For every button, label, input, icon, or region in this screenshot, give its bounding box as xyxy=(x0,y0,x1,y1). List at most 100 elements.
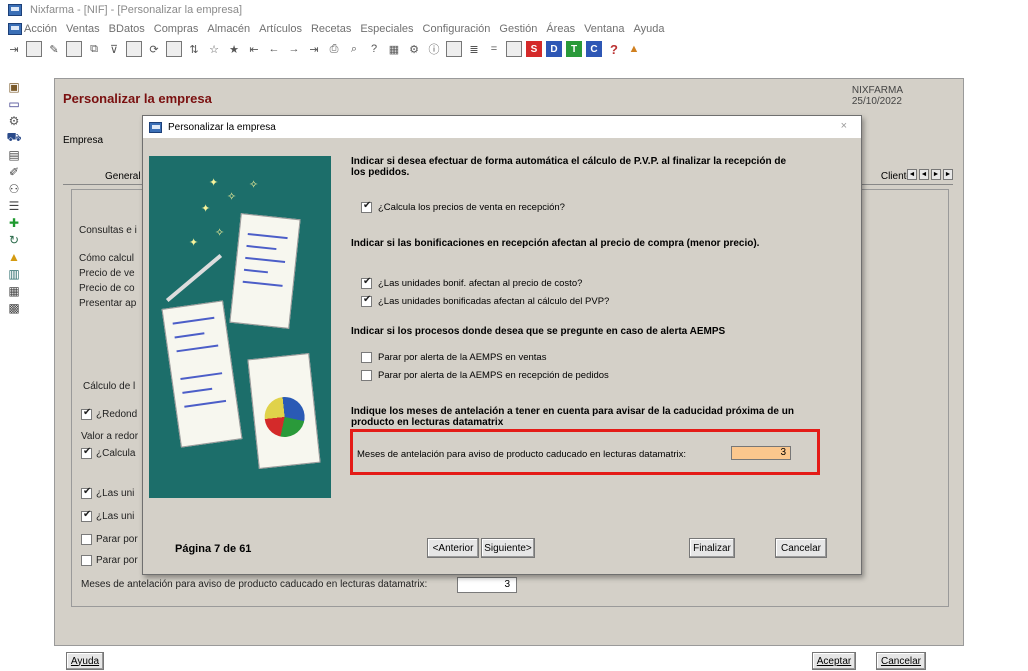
last-icon[interactable]: ⇥ xyxy=(306,41,322,57)
alert-icon[interactable]: ▲ xyxy=(6,250,22,264)
wizard-illustration: ✦ ✧ ✦ ✦ ✧ ✧ ✦ xyxy=(149,156,331,498)
option-unidades-bonif[interactable]: ¿Las unidades bonif. afectan al precio d… xyxy=(361,276,582,289)
menu-articulos[interactable]: Artículos xyxy=(259,23,302,35)
chart-icon[interactable]: ▥ xyxy=(6,267,22,281)
c-icon[interactable]: C xyxy=(586,41,602,57)
tab-last-icon[interactable]: ► xyxy=(943,169,953,180)
bg-las-uni-2-row: ¿Las uni xyxy=(81,509,134,522)
wrench-icon[interactable]: ✐ xyxy=(6,165,22,179)
left-shortcut-bar: ▣ ▭ ⚙ ⛟ ▤ ✐ ⚇ ☰ ✚ ↻ ▲ ▥ ▦ ▩ xyxy=(6,80,30,315)
panel-icon[interactable] xyxy=(506,41,522,57)
plus-icon[interactable]: ✚ xyxy=(6,216,22,230)
card-icon[interactable]: ▭ xyxy=(6,97,22,111)
bookmark-icon[interactable]: ☆ xyxy=(206,41,222,57)
menu-especiales[interactable]: Especiales xyxy=(360,23,413,35)
grid-shortcut-icon[interactable]: ▩ xyxy=(6,301,22,315)
sort-icon[interactable]: ⇅ xyxy=(186,41,202,57)
page-indicator: Página 7 de 61 xyxy=(175,543,252,555)
option-parar-recepcion[interactable]: Parar por alerta de la AEMPS en recepció… xyxy=(361,370,609,381)
calcular-checkbox[interactable] xyxy=(81,446,92,459)
parar-recepcion-checkbox[interactable] xyxy=(361,370,372,381)
aceptar-button[interactable]: Aceptar xyxy=(812,652,856,670)
window-icon[interactable] xyxy=(446,41,462,57)
save-icon[interactable] xyxy=(66,41,82,57)
warning-icon[interactable]: ▲ xyxy=(626,41,642,57)
menu-recetas[interactable]: Recetas xyxy=(311,23,351,35)
help-icon[interactable]: ? xyxy=(606,41,622,57)
section-bonificaciones-heading: Indicar si las bonificaciones en recepci… xyxy=(351,238,760,249)
menu-ayuda[interactable]: Ayuda xyxy=(633,23,664,35)
anterior-button[interactable]: <Anterior xyxy=(427,538,479,558)
previous-icon[interactable]: ← xyxy=(266,41,282,57)
company-date: 25/10/2022 xyxy=(851,96,902,107)
cancelar-button[interactable]: Cancelar xyxy=(876,652,926,670)
option-calcula-precios[interactable]: ¿Calcula los precios de venta en recepci… xyxy=(361,200,565,213)
list-icon[interactable]: ☰ xyxy=(6,199,22,213)
gear-icon[interactable]: ⚙ xyxy=(6,114,22,128)
t-icon[interactable]: T xyxy=(566,41,582,57)
document-list-icon[interactable]: ≣ xyxy=(466,41,482,57)
parar-1-checkbox[interactable] xyxy=(81,534,92,545)
document-icon[interactable] xyxy=(8,23,22,35)
users-icon[interactable]: ⚇ xyxy=(6,182,22,196)
redondear-checkbox[interactable] xyxy=(81,407,92,420)
option-parar-ventas[interactable]: Parar por alerta de la AEMPS en ventas xyxy=(361,352,546,363)
s-icon[interactable]: S xyxy=(526,41,542,57)
new-icon[interactable] xyxy=(26,41,42,57)
menu-compras[interactable]: Compras xyxy=(154,23,199,35)
calcula-precios-checkbox[interactable] xyxy=(361,200,372,213)
menu-accion[interactable]: Acción xyxy=(24,23,57,35)
table-icon[interactable] xyxy=(166,41,182,57)
edit-icon[interactable]: ✎ xyxy=(46,41,62,57)
menu-areas[interactable]: Áreas xyxy=(546,23,575,35)
d-icon[interactable]: D xyxy=(546,41,562,57)
menu-bdatos[interactable]: BDatos xyxy=(109,23,145,35)
menu-ventas[interactable]: Ventas xyxy=(66,23,100,35)
filter-icon[interactable]: ⊽ xyxy=(106,41,122,57)
search-icon[interactable]: ⌕ xyxy=(346,41,362,57)
unidades-bonificadas-checkbox[interactable] xyxy=(361,294,372,307)
grid-icon[interactable] xyxy=(126,41,142,57)
menu-almacen[interactable]: Almacén xyxy=(207,23,250,35)
parar-ventas-checkbox[interactable] xyxy=(361,352,372,363)
dialog-cancelar-button[interactable]: Cancelar xyxy=(775,538,827,558)
menu-gestion[interactable]: Gestión xyxy=(499,23,537,35)
copy-icon[interactable]: ⧉ xyxy=(86,41,102,57)
toolbar: ⇥ ✎ ⧉ ⊽ ⟳ ⇅ ☆ ★ ⇤ ← → ⇥ ⎙ ⌕ ? ▦ ⚙ ⓘ ≣ = … xyxy=(0,38,1028,60)
first-icon[interactable]: ⇤ xyxy=(246,41,262,57)
next-icon[interactable]: → xyxy=(286,41,302,57)
refresh-icon[interactable]: ⟳ xyxy=(146,41,162,57)
bg-meses-input[interactable]: 3 xyxy=(457,577,517,593)
exit-icon[interactable]: ⇥ xyxy=(6,41,22,57)
finalizar-button[interactable]: Finalizar xyxy=(689,538,735,558)
option-unidades-bonificadas[interactable]: ¿Las unidades bonificadas afectan al cál… xyxy=(361,294,609,307)
print-icon[interactable]: ⎙ xyxy=(326,41,342,57)
help-query-icon[interactable]: ? xyxy=(366,41,382,57)
tab-next-icon[interactable]: ► xyxy=(931,169,941,180)
cycle-icon[interactable]: ↻ xyxy=(6,233,22,247)
cart-icon[interactable]: ⛟ xyxy=(6,130,22,145)
calendar-icon[interactable]: ▦ xyxy=(386,41,402,57)
info-icon[interactable]: ⓘ xyxy=(426,41,442,57)
menu-ventana[interactable]: Ventana xyxy=(584,23,624,35)
star-icon[interactable]: ★ xyxy=(226,41,242,57)
las-uni-1-checkbox[interactable] xyxy=(81,486,92,499)
equals-icon[interactable]: = xyxy=(486,41,502,57)
ayuda-button[interactable]: Ayuda xyxy=(66,652,104,670)
close-icon[interactable]: × xyxy=(841,120,847,132)
tab-prev-icon[interactable]: ◄ xyxy=(919,169,929,180)
box-icon[interactable]: ▣ xyxy=(6,80,22,94)
empresa-label: Empresa xyxy=(63,135,104,146)
bg-redondear-row: ¿Redond xyxy=(81,407,137,420)
unidades-bonif-checkbox[interactable] xyxy=(361,276,372,289)
screen-icon[interactable]: ▤ xyxy=(6,148,22,162)
siguiente-button[interactable]: Siguiente> xyxy=(481,538,535,558)
parar-2-checkbox[interactable] xyxy=(81,555,92,566)
app-icon xyxy=(8,4,22,16)
las-uni-2-checkbox[interactable] xyxy=(81,509,92,522)
building-icon[interactable]: ▦ xyxy=(6,284,22,298)
menu-configuracion[interactable]: Configuración xyxy=(423,23,491,35)
tab-first-icon[interactable]: ◄ xyxy=(907,169,917,180)
tools-icon[interactable]: ⚙ xyxy=(406,41,422,57)
tab-navigation: ◄ ◄ ► ► xyxy=(907,169,953,180)
